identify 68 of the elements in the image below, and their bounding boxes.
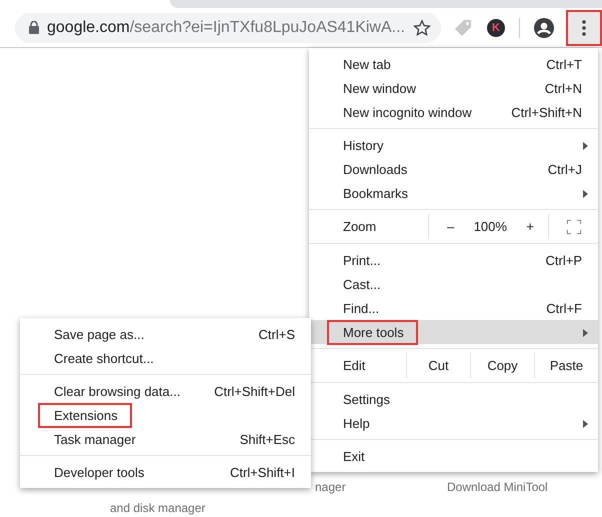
extension-avatar[interactable]: K <box>487 18 505 36</box>
menu-item[interactable]: Developer tools Ctrl+Shift+I <box>20 460 311 484</box>
zoom-in-button[interactable]: + <box>526 219 534 234</box>
menu-item-label: Bookmarks <box>343 186 410 200</box>
menu-item-label: New tab <box>343 56 392 72</box>
menu-item[interactable]: Exit <box>309 444 598 468</box>
menu-dots-icon <box>582 20 586 36</box>
menu-item-label: New incognito window <box>343 104 473 120</box>
menu-item-label: Downloads <box>343 162 408 176</box>
menu-item[interactable]: Task manager Shift+Esc <box>20 427 311 451</box>
shortcut-label: Ctrl+T <box>546 56 582 72</box>
edit-button[interactable]: Cut <box>406 353 470 378</box>
menu-item[interactable]: New incognito window Ctrl+Shift+N <box>309 100 598 124</box>
menu-item-label: Find... <box>343 300 380 316</box>
menu-item-label: Settings <box>343 392 391 406</box>
menu-item-label: Developer tools <box>54 464 146 480</box>
menu-item[interactable]: Settings <box>309 387 598 411</box>
menu-item-label: Exit <box>343 448 366 464</box>
page-text: Download MiniTool <box>447 480 548 494</box>
page-text: nager <box>315 480 346 494</box>
shortcut-label: Ctrl+Shift+N <box>511 104 582 120</box>
edit-button[interactable]: Paste <box>534 353 598 378</box>
menu-item-label: Clear browsing data... <box>54 384 182 398</box>
menu-item-label: History <box>343 138 384 152</box>
menu-item[interactable]: Extensions <box>20 403 311 427</box>
menu-item-label: More tools <box>329 322 416 342</box>
zoom-value: 100% <box>474 219 507 234</box>
menu-item[interactable]: Clear browsing data... Ctrl+Shift+Del <box>20 379 311 403</box>
menu-item[interactable]: Create shortcut... <box>20 346 311 370</box>
menu-item-label: Edit <box>342 357 366 375</box>
menu-item-label: Extensions <box>40 404 130 426</box>
menu-item-label: Task manager <box>54 432 137 446</box>
shortcut-label: Ctrl+Shift+I <box>230 464 295 480</box>
menu-item-label: New window <box>343 80 417 96</box>
menu-button[interactable] <box>568 12 600 44</box>
zoom-out-button[interactable]: – <box>447 219 454 234</box>
menu-item[interactable]: History <box>309 133 598 157</box>
shortcut-label: Ctrl+F <box>546 300 582 316</box>
menu-item-label: Help <box>343 416 371 430</box>
edit-button[interactable]: Copy <box>470 353 534 378</box>
menu-item-label: Print... <box>343 252 382 268</box>
fullscreen-icon <box>566 220 580 234</box>
menu-item-label: Create shortcut... <box>54 350 155 366</box>
menu-item[interactable]: Print... Ctrl+P <box>309 248 598 272</box>
page-text: and disk manager <box>110 501 206 515</box>
menu-item[interactable]: More tools <box>309 320 598 344</box>
url-text: google.com/search?ei=IjnTXfu8LpuJoAS41KiwA... <box>47 18 405 36</box>
menu-item[interactable]: Help <box>309 411 598 435</box>
menu-item[interactable]: Save page as... Ctrl+S <box>20 322 311 346</box>
shortcut-label: Ctrl+P <box>546 252 582 268</box>
menu-item[interactable]: Bookmarks <box>309 181 598 205</box>
menu-item-label: Save page as... <box>54 326 146 342</box>
shortcut-label: Shift+Esc <box>240 432 295 446</box>
menu-item[interactable]: New tab Ctrl+T <box>309 52 598 76</box>
shortcut-label: Ctrl+N <box>544 80 582 96</box>
shortcut-label: Ctrl+S <box>258 326 295 342</box>
shortcut-label: Ctrl+Shift+Del <box>214 384 295 398</box>
menu-item[interactable]: Find... Ctrl+F <box>309 296 598 320</box>
lock-icon <box>29 21 39 34</box>
shortcut-label: Ctrl+J <box>548 162 582 176</box>
menu-item-label: Cast... <box>343 276 382 292</box>
menu-item[interactable]: Downloads Ctrl+J <box>309 157 598 181</box>
menu-item[interactable]: Cast... <box>309 272 598 296</box>
menu-item-label: Zoom <box>342 218 378 236</box>
account-icon[interactable] <box>534 18 554 38</box>
menu-item[interactable]: New window Ctrl+N <box>309 76 598 100</box>
address-bar[interactable]: google.com/search?ei=IjnTXfu8LpuJoAS41KiwA... <box>15 12 441 42</box>
star-icon[interactable] <box>413 18 431 36</box>
